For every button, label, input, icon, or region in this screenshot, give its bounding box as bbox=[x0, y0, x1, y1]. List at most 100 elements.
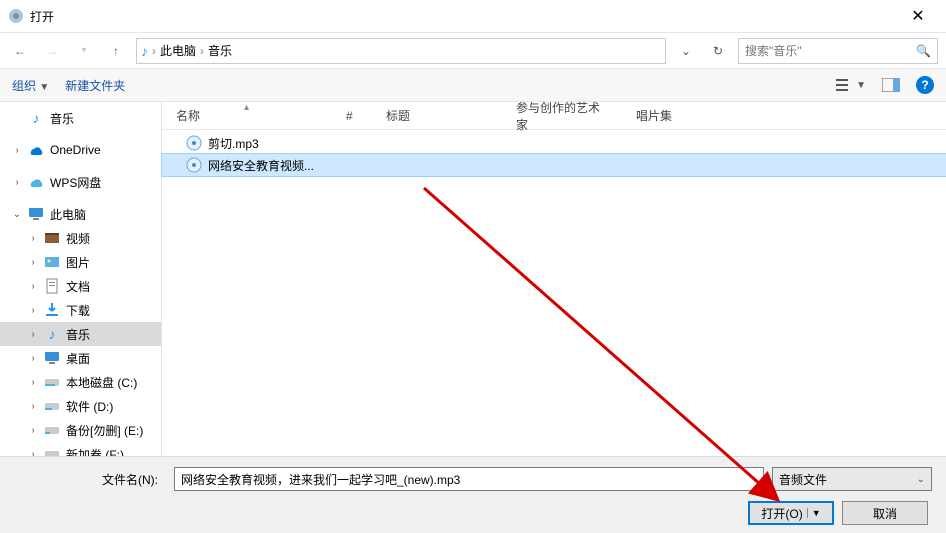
sidebar-item-videos[interactable]: ›视频 bbox=[0, 226, 161, 250]
sidebar-item-label: 此电脑 bbox=[50, 206, 86, 223]
navbar: ← → ▾ ↑ ♪ › 此电脑 › 音乐 ⌄ ↻ 🔍 bbox=[0, 32, 946, 68]
file-row[interactable]: 网络安全教育视频... bbox=[162, 154, 946, 176]
expand-icon[interactable]: › bbox=[28, 449, 38, 457]
forward-button[interactable]: → bbox=[40, 39, 64, 63]
column-headers: ▴名称 # 标题 参与创作的艺术家 唱片集 bbox=[162, 102, 946, 130]
sidebar-item-label: 桌面 bbox=[66, 350, 90, 367]
sidebar-item-label: 文档 bbox=[66, 278, 90, 295]
filename-input[interactable] bbox=[174, 467, 764, 491]
help-button[interactable]: ? bbox=[916, 76, 934, 94]
expand-icon[interactable]: › bbox=[28, 377, 38, 388]
pictures-icon bbox=[44, 254, 60, 270]
expand-icon[interactable]: › bbox=[28, 401, 38, 412]
wps-icon bbox=[28, 174, 44, 190]
expand-icon[interactable]: › bbox=[28, 329, 38, 340]
sidebar-item-onedrive[interactable]: › OneDrive bbox=[0, 138, 161, 162]
sidebar-item-label: 本地磁盘 (C:) bbox=[66, 374, 137, 391]
sidebar-item-label: 备份[勿删] (E:) bbox=[66, 422, 143, 439]
sidebar-item-thispc[interactable]: ⌄ 此电脑 bbox=[0, 202, 161, 226]
breadcrumb-seg2[interactable]: 音乐 bbox=[208, 42, 232, 59]
music-icon: ♪ bbox=[141, 43, 148, 59]
sidebar-item-music[interactable]: ›♪音乐 bbox=[0, 322, 161, 346]
address-bar[interactable]: ♪ › 此电脑 › 音乐 bbox=[136, 38, 666, 64]
search-input[interactable] bbox=[745, 44, 916, 58]
up-button[interactable]: ↑ bbox=[104, 39, 128, 63]
address-dropdown[interactable]: ⌄ bbox=[674, 44, 698, 58]
file-name: 网络安全教育视频... bbox=[208, 157, 314, 174]
sidebar-item-desktop[interactable]: › 桌面 bbox=[0, 346, 161, 370]
expand-icon[interactable]: › bbox=[28, 257, 38, 268]
cancel-button[interactable]: 取消 bbox=[842, 501, 928, 525]
column-number[interactable]: # bbox=[332, 102, 372, 129]
onedrive-icon bbox=[28, 142, 44, 158]
recent-dropdown[interactable]: ▾ bbox=[72, 39, 96, 63]
expand-icon[interactable]: › bbox=[28, 425, 38, 436]
chevron-right-icon: › bbox=[148, 44, 160, 58]
expand-icon[interactable]: › bbox=[12, 145, 22, 156]
refresh-button[interactable]: ↻ bbox=[706, 44, 730, 58]
file-list: 剪切.mp3 网络安全教育视频... bbox=[162, 130, 946, 178]
sidebar-item-documents[interactable]: › 文档 bbox=[0, 274, 161, 298]
disk-icon bbox=[44, 374, 60, 390]
sidebar-item-label: 下载 bbox=[66, 302, 90, 319]
sidebar-item-wps[interactable]: › WPS网盘 bbox=[0, 170, 161, 194]
sidebar-item-label: 音乐 bbox=[50, 110, 74, 127]
chevron-right-icon: › bbox=[196, 44, 208, 58]
open-button[interactable]: 打开(O) ▼ bbox=[748, 501, 834, 525]
footer: 文件名(N): 音频文件 ⌄ 打开(O) ▼ 取消 bbox=[0, 456, 946, 533]
disk-icon bbox=[44, 446, 60, 456]
search-icon: 🔍 bbox=[916, 44, 931, 58]
music-icon: ♪ bbox=[44, 326, 60, 342]
sidebar: ♪ 音乐 › OneDrive › WPS网盘 ⌄ 此电脑 ›视频 › 图片 › 文档 › 下… bbox=[0, 102, 162, 456]
sidebar-item-label: 图片 bbox=[66, 254, 90, 271]
expand-icon[interactable]: › bbox=[28, 353, 38, 364]
filename-label: 文件名(N): bbox=[14, 471, 166, 488]
sidebar-item-downloads[interactable]: › 下载 bbox=[0, 298, 161, 322]
desktop-icon bbox=[44, 350, 60, 366]
music-icon: ♪ bbox=[28, 110, 44, 126]
sidebar-item-label: OneDrive bbox=[50, 143, 101, 157]
sort-asc-icon: ▴ bbox=[244, 102, 249, 113]
expand-icon[interactable]: › bbox=[28, 233, 38, 244]
sidebar-item-disk-f[interactable]: › 新加卷 (F:) bbox=[0, 442, 161, 456]
file-row[interactable]: 剪切.mp3 bbox=[162, 132, 946, 154]
expand-icon[interactable]: › bbox=[28, 281, 38, 292]
sidebar-item-disk-c[interactable]: › 本地磁盘 (C:) bbox=[0, 370, 161, 394]
audio-file-icon bbox=[186, 157, 202, 173]
filetype-dropdown[interactable]: 音频文件 ⌄ bbox=[772, 467, 932, 491]
view-options-button[interactable]: ▼ bbox=[836, 78, 866, 92]
column-title[interactable]: 标题 bbox=[372, 102, 502, 129]
disk-icon bbox=[44, 422, 60, 438]
window-title: 打开 bbox=[30, 8, 898, 25]
sidebar-item-disk-e[interactable]: › 备份[勿删] (E:) bbox=[0, 418, 161, 442]
downloads-icon bbox=[44, 302, 60, 318]
sidebar-item-label: WPS网盘 bbox=[50, 174, 101, 191]
sidebar-item-label: 新加卷 (F:) bbox=[66, 446, 124, 457]
sidebar-item-disk-d[interactable]: › 软件 (D:) bbox=[0, 394, 161, 418]
collapse-icon[interactable]: ⌄ bbox=[12, 209, 22, 220]
column-artist[interactable]: 参与创作的艺术家 bbox=[502, 102, 622, 129]
back-button[interactable]: ← bbox=[8, 39, 32, 63]
split-dropdown-icon[interactable]: ▼ bbox=[807, 508, 821, 518]
expand-icon[interactable]: › bbox=[12, 177, 22, 188]
titlebar: 打开 ✕ bbox=[0, 0, 946, 32]
new-folder-button[interactable]: 新建文件夹 bbox=[65, 77, 125, 94]
main-body: ♪ 音乐 › OneDrive › WPS网盘 ⌄ 此电脑 ›视频 › 图片 › 文档 › 下… bbox=[0, 102, 946, 456]
close-button[interactable]: ✕ bbox=[898, 6, 938, 26]
audio-file-icon bbox=[186, 135, 202, 151]
column-album[interactable]: 唱片集 bbox=[622, 102, 946, 129]
disk-icon bbox=[44, 398, 60, 414]
preview-pane-button[interactable] bbox=[882, 78, 900, 92]
column-name[interactable]: ▴名称 bbox=[162, 102, 332, 129]
video-icon bbox=[44, 230, 60, 246]
toolbar: 组织 ▼ 新建文件夹 ▼ ? bbox=[0, 68, 946, 102]
chevron-down-icon: ⌄ bbox=[917, 474, 925, 485]
breadcrumb-seg1[interactable]: 此电脑 bbox=[160, 42, 196, 59]
file-area: ▴名称 # 标题 参与创作的艺术家 唱片集 剪切.mp3 网络安全教育视频... bbox=[162, 102, 946, 456]
expand-icon[interactable]: › bbox=[28, 305, 38, 316]
organize-button[interactable]: 组织 ▼ bbox=[12, 77, 49, 94]
search-box[interactable]: 🔍 bbox=[738, 38, 938, 64]
sidebar-item-label: 软件 (D:) bbox=[66, 398, 113, 415]
sidebar-item-music-quick[interactable]: ♪ 音乐 bbox=[0, 106, 161, 130]
sidebar-item-pictures[interactable]: › 图片 bbox=[0, 250, 161, 274]
